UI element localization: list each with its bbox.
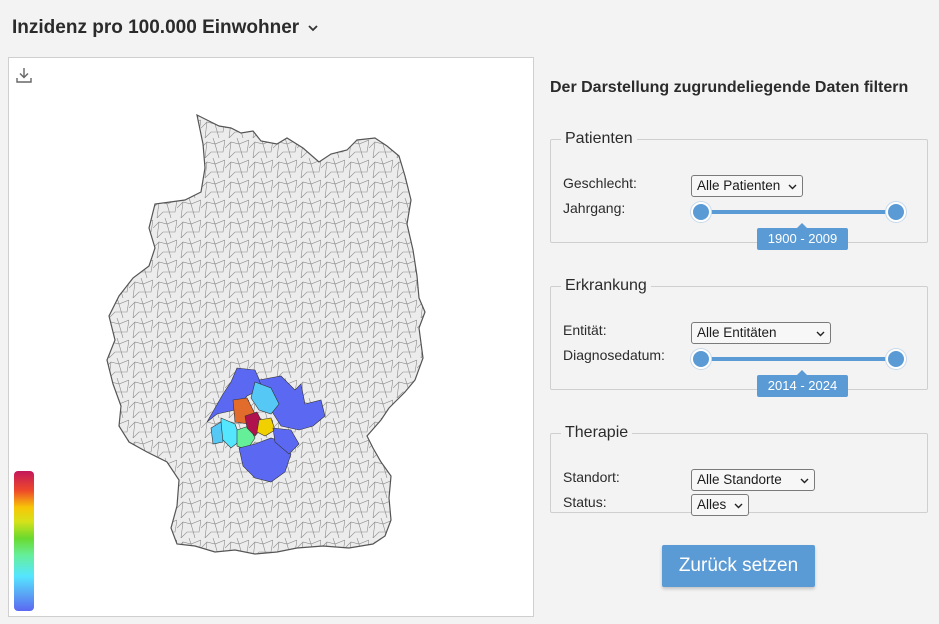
diagnosedatum-slider[interactable]: 2014 - 2024: [691, 349, 906, 397]
chevron-down-icon: [788, 184, 797, 190]
erkrankung-fieldset: Erkrankung Entität: Alle Entitäten Diagn…: [550, 277, 928, 397]
slider-track: [701, 210, 896, 214]
map-title-dropdown[interactable]: Inzidenz pro 100.000 Einwohner: [12, 17, 319, 39]
diagnosedatum-label: Diagnosedatum:: [563, 347, 665, 363]
status-label: Status:: [563, 494, 607, 510]
entitaet-value: Alle Entitäten: [697, 325, 777, 340]
therapie-legend: Therapie: [565, 424, 629, 441]
standort-value: Alle Standorte: [697, 472, 782, 487]
chevron-down-icon: [734, 503, 743, 509]
geschlecht-select[interactable]: Alle Patienten: [691, 175, 803, 197]
filters-title: Der Darstellung zugrundeliegende Daten f…: [550, 79, 909, 96]
slider-handle-min[interactable]: [691, 349, 711, 369]
slider-track: [701, 357, 896, 361]
geschlecht-label: Geschlecht:: [563, 175, 637, 191]
chevron-down-icon: [800, 478, 809, 484]
status-select[interactable]: Alles: [691, 494, 749, 516]
entitaet-select[interactable]: Alle Entitäten: [691, 322, 831, 344]
patienten-fieldset: Patienten Geschlecht: Alle Patienten Jah…: [550, 130, 928, 250]
patienten-legend: Patienten: [565, 130, 633, 147]
color-legend: [14, 471, 34, 611]
page-title: Inzidenz pro 100.000 Einwohner: [12, 17, 300, 38]
germany-map[interactable]: [9, 58, 533, 616]
standort-label: Standort:: [563, 469, 620, 485]
chevron-down-icon: [816, 331, 825, 337]
diagnosedatum-range-value: 2014 - 2024: [757, 370, 848, 397]
slider-handle-min[interactable]: [691, 202, 711, 222]
therapie-fieldset: Therapie Standort: Alle Standorte Status…: [550, 424, 928, 516]
slider-handle-max[interactable]: [886, 202, 906, 222]
chevron-down-icon: [308, 25, 318, 32]
slider-handle-max[interactable]: [886, 349, 906, 369]
standort-select[interactable]: Alle Standorte: [691, 469, 815, 491]
entitaet-label: Entität:: [563, 322, 607, 338]
reset-button[interactable]: Zurück setzen: [662, 545, 815, 587]
erkrankung-legend: Erkrankung: [565, 277, 647, 294]
district-boundaries: [107, 115, 425, 554]
jahrgang-label: Jahrgang:: [563, 200, 626, 216]
status-value: Alles: [697, 497, 727, 512]
jahrgang-range-value: 1900 - 2009: [757, 223, 848, 250]
map-panel: [8, 57, 534, 617]
jahrgang-slider[interactable]: 1900 - 2009: [691, 202, 906, 250]
geschlecht-value: Alle Patienten: [697, 178, 781, 193]
